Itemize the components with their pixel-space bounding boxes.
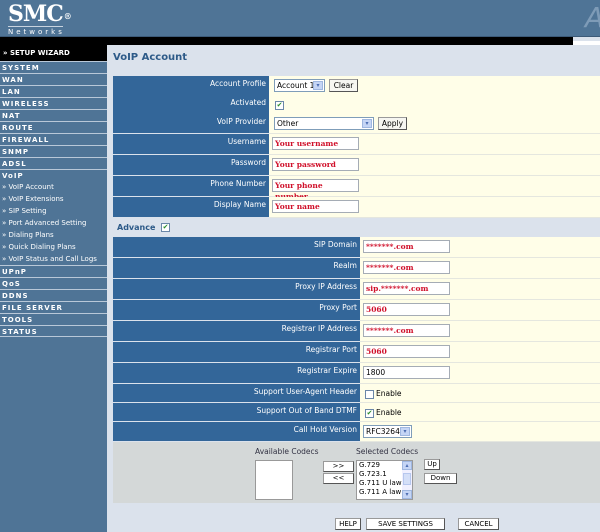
sidebar-item-wireless[interactable]: WIRELESS bbox=[0, 97, 107, 109]
sidebar-item-tools[interactable]: TOOLS bbox=[0, 313, 107, 325]
registrar-ip-label: Registrar IP Address bbox=[113, 321, 360, 342]
account-profile-label: Account Profile bbox=[113, 76, 269, 96]
sidebar-item-system[interactable]: SYSTEM bbox=[0, 61, 107, 73]
sidebar-item-status[interactable]: STATUS bbox=[0, 325, 107, 337]
sidebar-subitem-quick-dialing[interactable]: » Quick Dialing Plans bbox=[0, 241, 107, 253]
sip-domain-input[interactable]: *******.com bbox=[363, 240, 450, 253]
scroll-up-icon[interactable]: ▴ bbox=[402, 461, 412, 470]
sidebar-subitem-port-advanced[interactable]: » Port Advanced Setting bbox=[0, 217, 107, 229]
scroll-down-icon[interactable]: ▾ bbox=[402, 490, 412, 499]
voip-provider-label: VoIP Provider bbox=[113, 114, 269, 134]
registrar-port-label: Registrar Port bbox=[113, 342, 360, 363]
username-label: Username bbox=[113, 134, 269, 155]
sidebar-item-firewall[interactable]: FIREWALL bbox=[0, 133, 107, 145]
proxy-ip-input[interactable]: sip.*******.com bbox=[363, 282, 450, 295]
proxy-ip-label: Proxy IP Address bbox=[113, 279, 360, 300]
registered-mark: ® bbox=[63, 11, 72, 21]
sidebar-item-file-server[interactable]: FILE SERVER bbox=[0, 301, 107, 313]
header-divider bbox=[0, 37, 573, 45]
sidebar-setup-wizard[interactable]: » SETUP WIZARD bbox=[0, 45, 107, 61]
proxy-port-label: Proxy Port bbox=[113, 300, 360, 321]
activated-label: Activated bbox=[113, 95, 269, 115]
main-content: VoIP Account Account Profile Account 1 ▾… bbox=[110, 45, 600, 532]
voip-provider-value: Other bbox=[277, 119, 299, 128]
sidebar-subitem-dialing-plans[interactable]: » Dialing Plans bbox=[0, 229, 107, 241]
sidebar-item-qos[interactable]: QoS bbox=[0, 277, 107, 289]
save-settings-button[interactable]: SAVE SETTINGS bbox=[366, 518, 445, 530]
user-agent-enable-label: Enable bbox=[376, 389, 402, 398]
password-label: Password bbox=[113, 155, 269, 176]
header-decoration: A bbox=[585, 1, 600, 34]
sidebar-item-wan[interactable]: WAN bbox=[0, 73, 107, 85]
account-profile-value: Account 1 bbox=[277, 81, 315, 90]
sidebar: » SETUP WIZARD SYSTEM WAN LAN WIRELESS N… bbox=[0, 45, 107, 532]
sidebar-subitem-status-logs[interactable]: » VoIP Status and Call Logs bbox=[0, 253, 107, 265]
check-icon: ✔ bbox=[366, 409, 373, 417]
check-icon: ✔ bbox=[162, 223, 169, 231]
sip-domain-label: SIP Domain bbox=[113, 237, 360, 258]
registrar-port-input[interactable]: 5060 bbox=[363, 345, 450, 358]
username-input[interactable]: Your username bbox=[272, 137, 359, 150]
dtmf-enable-label: Enable bbox=[376, 408, 402, 417]
phone-number-label: Phone Number bbox=[113, 176, 269, 197]
realm-label: Realm bbox=[113, 258, 360, 279]
add-codec-button[interactable]: >> bbox=[323, 461, 354, 472]
user-agent-label: Support User-Agent Header bbox=[113, 384, 360, 403]
sidebar-subitem-voip-extensions[interactable]: » VoIP Extensions bbox=[0, 193, 107, 205]
password-input[interactable]: Your password bbox=[272, 158, 359, 171]
check-icon: ✔ bbox=[276, 101, 283, 109]
phone-number-input[interactable]: Your phone number bbox=[272, 179, 359, 201]
voip-provider-select[interactable]: Other ▾ bbox=[274, 117, 374, 130]
registrar-expire-label: Registrar Expire bbox=[113, 363, 360, 384]
registrar-ip-input[interactable]: *******.com bbox=[363, 324, 450, 337]
codec-list-scrollbar[interactable]: ▴ ▾ bbox=[402, 461, 412, 499]
sidebar-item-upnp[interactable]: UPnP bbox=[0, 265, 107, 277]
sidebar-item-adsl[interactable]: ADSL bbox=[0, 157, 107, 169]
account-profile-select[interactable]: Account 1 ▾ bbox=[274, 79, 325, 92]
selected-codecs-label: Selected Codecs bbox=[356, 447, 419, 456]
advance-label: Advance bbox=[117, 223, 156, 232]
codec-up-button[interactable]: Up bbox=[424, 459, 440, 470]
sidebar-item-ddns[interactable]: DDNS bbox=[0, 289, 107, 301]
sidebar-item-voip[interactable]: VoIP bbox=[0, 169, 107, 181]
proxy-port-input[interactable]: 5060 bbox=[363, 303, 450, 316]
sidebar-item-snmp[interactable]: SNMP bbox=[0, 145, 107, 157]
smc-logo: SMC® Networks bbox=[8, 1, 72, 36]
dtmf-label: Support Out of Band DTMF bbox=[113, 403, 360, 422]
chevron-down-icon: ▾ bbox=[362, 119, 372, 128]
call-hold-value: RFC3264 bbox=[366, 427, 400, 436]
sidebar-item-lan[interactable]: LAN bbox=[0, 85, 107, 97]
cancel-button[interactable]: CANCEL bbox=[458, 518, 499, 530]
call-hold-select[interactable]: RFC3264 ▾ bbox=[363, 425, 412, 438]
available-codecs-list[interactable] bbox=[255, 460, 293, 500]
display-name-label: Display Name bbox=[113, 197, 269, 218]
brand-subtitle: Networks bbox=[8, 26, 65, 36]
call-hold-label: Call Hold Version bbox=[113, 422, 360, 442]
page-title: VoIP Account bbox=[113, 52, 188, 63]
codec-down-button[interactable]: Down bbox=[424, 473, 457, 484]
sidebar-subitem-voip-account[interactable]: » VoIP Account bbox=[0, 181, 107, 193]
realm-input[interactable]: *******.com bbox=[363, 261, 450, 274]
scrollbar-thumb[interactable] bbox=[403, 473, 411, 485]
remove-codec-button[interactable]: << bbox=[323, 473, 354, 484]
sidebar-subitem-sip-setting[interactable]: » SIP Setting bbox=[0, 205, 107, 217]
dtmf-checkbox[interactable]: ✔ bbox=[365, 409, 374, 418]
clear-button[interactable]: Clear bbox=[329, 79, 358, 92]
user-agent-checkbox[interactable] bbox=[365, 390, 374, 399]
selected-codecs-list[interactable]: G.729 G.723.1 G.711 U law G.711 A law ▴ … bbox=[356, 460, 413, 500]
registrar-expire-input[interactable]: 1800 bbox=[363, 366, 450, 379]
chevron-down-icon: ▾ bbox=[313, 81, 323, 90]
help-button[interactable]: HELP bbox=[335, 518, 361, 530]
chevron-down-icon: ▾ bbox=[400, 427, 410, 436]
available-codecs-label: Available Codecs bbox=[255, 447, 319, 456]
codec-panel: Available Codecs Selected Codecs >> << G… bbox=[113, 442, 600, 503]
sidebar-item-nat[interactable]: NAT bbox=[0, 109, 107, 121]
header-banner: SMC® Networks A bbox=[0, 0, 600, 37]
display-name-input[interactable]: Your name bbox=[272, 200, 359, 213]
activated-checkbox[interactable]: ✔ bbox=[275, 101, 284, 110]
sidebar-item-route[interactable]: ROUTE bbox=[0, 121, 107, 133]
advance-checkbox[interactable]: ✔ bbox=[161, 223, 170, 232]
apply-button[interactable]: Apply bbox=[378, 117, 407, 130]
brand-name: SMC bbox=[8, 1, 64, 27]
